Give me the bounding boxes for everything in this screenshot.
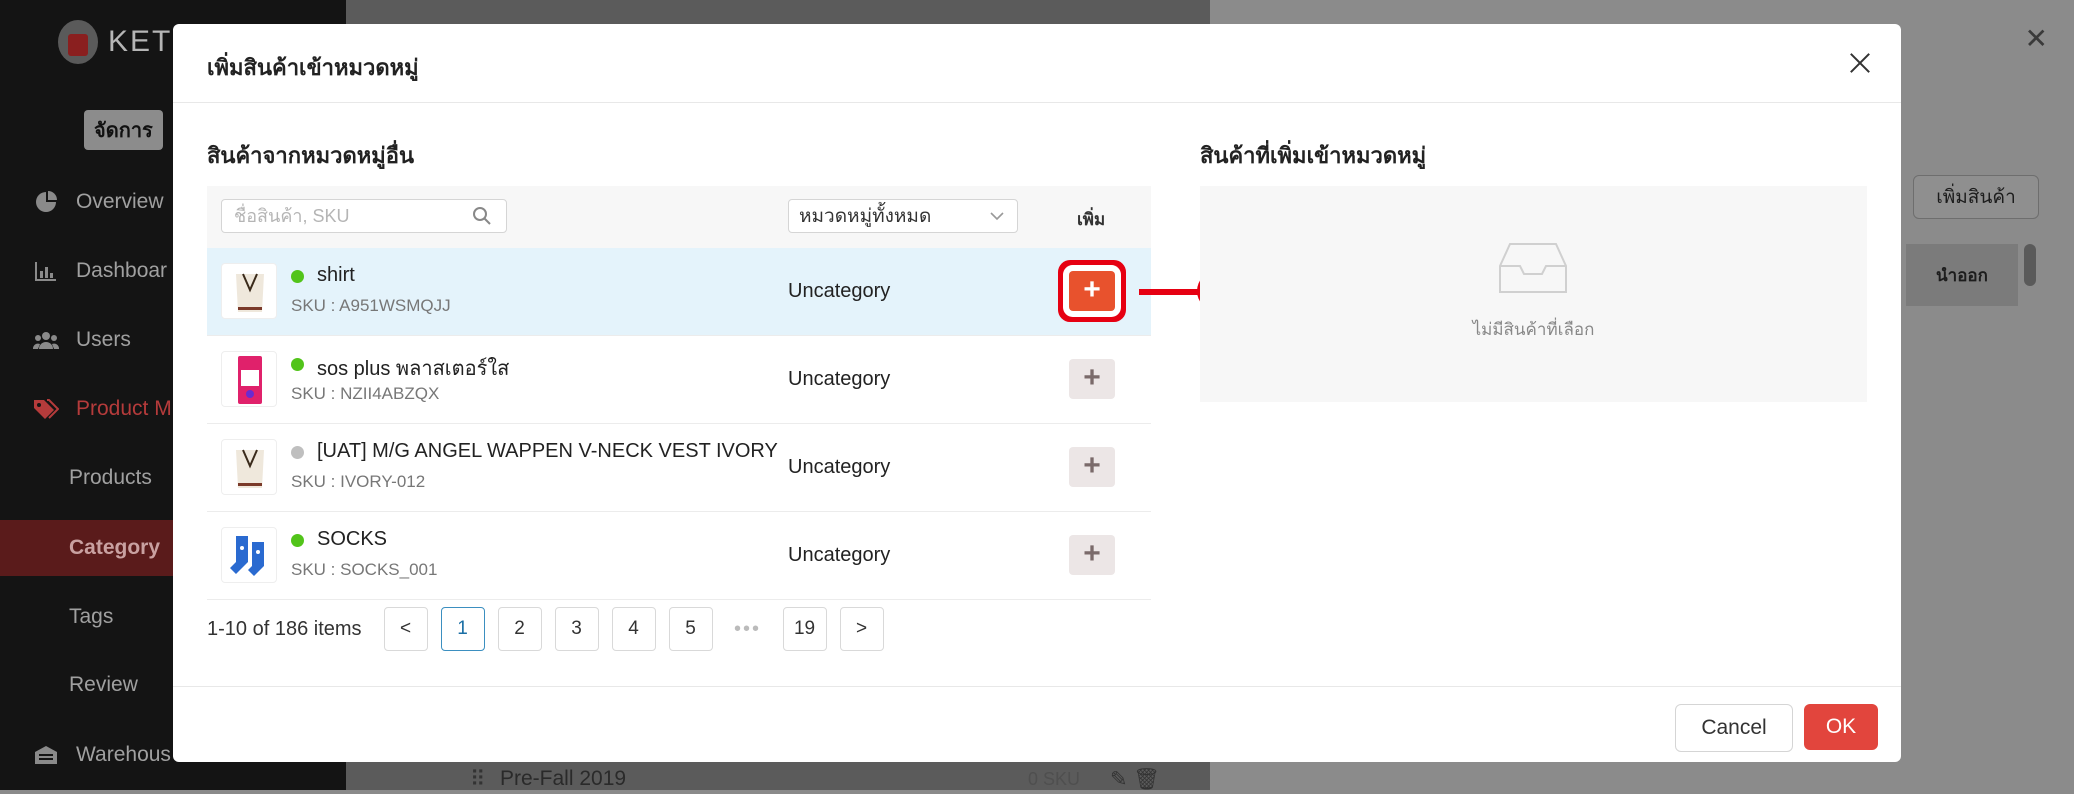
category-filter-select[interactable]: หมวดหมู่ทั้งหมด bbox=[788, 199, 1018, 233]
modal-header: เพิ่มสินค้าเข้าหมวดหมู่ bbox=[173, 24, 1901, 103]
pagination-page-1[interactable]: 1 bbox=[440, 607, 485, 651]
drag-handle-icon[interactable]: ⠿ bbox=[470, 767, 500, 792]
product-thumbnail bbox=[221, 527, 277, 583]
drawer-column-remove: นำออก bbox=[1906, 244, 2018, 306]
product-category: Uncategory bbox=[788, 368, 891, 390]
edit-delete-icons[interactable]: ✎ 🗑 bbox=[1110, 767, 1170, 792]
add-product-button[interactable]: + bbox=[1069, 271, 1115, 311]
table-row[interactable]: [UAT] M/G ANGEL WAPPEN V-NECK VEST IVORY… bbox=[207, 424, 1151, 512]
pagination-ellipsis[interactable]: ••• bbox=[726, 618, 770, 641]
sidebar-item-label: Overview bbox=[76, 190, 164, 213]
sidebar-item-label: Tags bbox=[69, 605, 114, 628]
manage-badge[interactable]: จัดการ bbox=[84, 110, 163, 150]
product-category: Uncategory bbox=[788, 456, 891, 478]
product-sku: SKU : IVORY-012 bbox=[291, 472, 426, 491]
category-name: Pre-Fall 2019 bbox=[500, 767, 627, 790]
product-name: [UAT] M/G ANGEL WAPPEN V-NECK VEST IVORY bbox=[317, 440, 778, 462]
table-row[interactable]: SOCKS SKU : SOCKS_001 Uncategory + bbox=[207, 512, 1151, 600]
product-thumbnail bbox=[221, 439, 277, 495]
ok-button[interactable]: OK bbox=[1804, 704, 1878, 750]
sidebar-item-label: Warehous bbox=[76, 743, 171, 766]
pagination-page-5[interactable]: 5 bbox=[668, 607, 713, 651]
pagination-page-2[interactable]: 2 bbox=[497, 607, 542, 651]
category-filter-value: หมวดหมู่ทั้งหมด bbox=[799, 206, 932, 227]
status-dot bbox=[291, 446, 304, 459]
product-name: SOCKS bbox=[317, 528, 388, 550]
table-row[interactable]: shirt SKU : A951WSMQJJ Uncategory + 8 bbox=[207, 248, 1237, 336]
product-sku: SKU : SOCKS_001 bbox=[291, 560, 438, 579]
sidebar-item-label: Users bbox=[76, 328, 131, 351]
pagination-prev-button[interactable]: < bbox=[383, 607, 428, 651]
status-dot bbox=[291, 270, 304, 283]
drawer-add-product-button[interactable]: เพิ่มสินค้า bbox=[1913, 175, 2039, 219]
pagination-page-3[interactable]: 3 bbox=[554, 607, 599, 651]
users-icon bbox=[32, 326, 60, 354]
product-name: sos plus พลาสเตอร์ใส bbox=[317, 358, 510, 380]
tags-icon bbox=[32, 395, 60, 423]
product-sku: SKU : A951WSMQJJ bbox=[291, 296, 451, 315]
chevron-down-icon bbox=[989, 208, 1005, 230]
cancel-button[interactable]: Cancel bbox=[1675, 704, 1793, 752]
add-column-header: เพิ่ม bbox=[1077, 210, 1106, 229]
drawer-scrollbar[interactable] bbox=[2024, 244, 2036, 286]
empty-inbox-icon bbox=[1498, 242, 1568, 301]
close-icon[interactable] bbox=[1847, 50, 1873, 76]
pagination-page-4[interactable]: 4 bbox=[611, 607, 656, 651]
product-category: Uncategory bbox=[788, 280, 891, 302]
bar-chart-icon bbox=[32, 257, 60, 285]
status-dot bbox=[291, 534, 304, 547]
table-header: หมวดหมู่ทั้งหมด เพิ่ม bbox=[207, 186, 1151, 248]
product-name: shirt bbox=[317, 264, 355, 286]
add-products-modal: เพิ่มสินค้าเข้าหมวดหมู่ สินค้าจากหมวดหมู… bbox=[173, 24, 1901, 762]
brand-logo-icon bbox=[58, 20, 98, 64]
pagination-total: 1-10 of 186 items bbox=[207, 617, 362, 640]
add-product-button[interactable]: + bbox=[1069, 359, 1115, 399]
sidebar-item-label: Products bbox=[69, 466, 152, 489]
callout-connector bbox=[1139, 289, 1199, 295]
sidebar-item-label: Category bbox=[69, 536, 161, 559]
selected-products-panel: ไม่มีสินค้าที่เลือก bbox=[1200, 186, 1867, 402]
modal-footer: Cancel OK bbox=[173, 686, 1901, 762]
category-sku-count: 0 SKU bbox=[1027, 768, 1080, 789]
sidebar-item-label: Dashboar bbox=[76, 259, 168, 282]
empty-state-text: ไม่มีสินค้าที่เลือก bbox=[1472, 320, 1595, 339]
pagination-next-button[interactable]: > bbox=[839, 607, 884, 651]
pagination: 1-10 of 186 items < 1 2 3 4 5 ••• 19 > bbox=[207, 606, 897, 652]
sidebar-item-label: Review bbox=[69, 673, 138, 696]
status-dot bbox=[291, 358, 304, 371]
product-table: หมวดหมู่ทั้งหมด เพิ่ม shirt SKU : A951WS… bbox=[207, 186, 1237, 600]
product-category: Uncategory bbox=[788, 544, 891, 566]
warehouse-icon bbox=[32, 741, 60, 769]
product-sku: SKU : NZII4ABZQX bbox=[291, 384, 440, 403]
search-icon[interactable] bbox=[472, 206, 492, 231]
pagination-page-19[interactable]: 19 bbox=[782, 607, 827, 651]
add-product-button[interactable]: + bbox=[1069, 535, 1115, 575]
search-input[interactable] bbox=[232, 200, 466, 232]
drawer-close-icon[interactable]: ✕ bbox=[2025, 22, 2048, 55]
left-section-title: สินค้าจากหมวดหมู่อื่น bbox=[207, 143, 415, 168]
table-row[interactable]: sos plus พลาสเตอร์ใส SKU : NZII4ABZQX Un… bbox=[207, 336, 1151, 424]
right-section-title: สินค้าที่เพิ่มเข้าหมวดหมู่ bbox=[1200, 143, 1427, 168]
pie-chart-icon bbox=[32, 188, 60, 216]
add-product-button[interactable]: + bbox=[1069, 447, 1115, 487]
search-box bbox=[221, 199, 507, 233]
modal-title: เพิ่มสินค้าเข้าหมวดหมู่ bbox=[207, 55, 419, 80]
product-thumbnail bbox=[221, 263, 277, 319]
product-thumbnail bbox=[221, 351, 277, 407]
sidebar-item-label: Product M bbox=[76, 397, 172, 420]
